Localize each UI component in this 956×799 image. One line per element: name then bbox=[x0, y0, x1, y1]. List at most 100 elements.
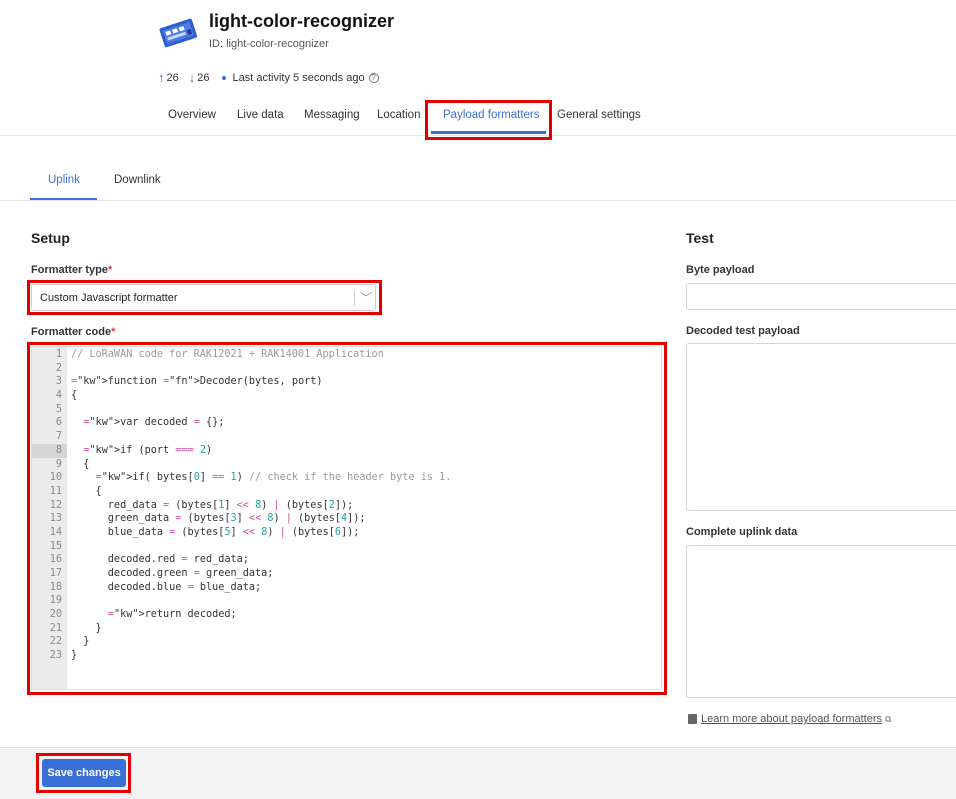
code-text: } bbox=[71, 622, 102, 634]
active-tab-indicator bbox=[431, 131, 546, 134]
code-line: 11 { bbox=[32, 485, 661, 499]
device-stats: ↑ 26 ↓ 26 Last activity 5 seconds ago ? bbox=[158, 70, 379, 85]
code-line: 3 ="kw">function ="fn">Decoder(bytes, por… bbox=[32, 375, 661, 389]
tab-general-settings[interactable]: General settings bbox=[557, 109, 641, 121]
code-line: 16 decoded.red = red_data; bbox=[32, 553, 661, 567]
required-mark: * bbox=[108, 264, 113, 276]
line-number: 22 bbox=[49, 636, 62, 648]
subtab-uplink[interactable]: Uplink bbox=[48, 174, 80, 186]
activity-dot-icon bbox=[221, 75, 226, 80]
code-line: 7 bbox=[32, 430, 661, 444]
line-number: 13 bbox=[49, 513, 62, 525]
line-number: 2 bbox=[55, 362, 62, 374]
book-icon bbox=[688, 714, 697, 724]
learn-more-row: Learn more about payload formatters ⧉ bbox=[688, 713, 891, 725]
formatter-type-value: Custom Javascript formatter bbox=[40, 292, 178, 304]
code-line: 22 } bbox=[32, 635, 661, 649]
line-number: 1 bbox=[55, 349, 62, 360]
lorawan-device-icon bbox=[159, 18, 198, 48]
formatter-code-label-text: Formatter code bbox=[31, 326, 112, 338]
line-number: 23 bbox=[49, 650, 62, 662]
code-line: 6 ="kw">var decoded = {}; bbox=[32, 416, 661, 430]
code-line: 23} bbox=[32, 649, 661, 663]
code-line: 12 red_data = (bytes[1] << 8) | (bytes[2… bbox=[32, 499, 661, 513]
line-number: 20 bbox=[49, 609, 62, 621]
complete-uplink-label: Complete uplink data bbox=[686, 526, 798, 538]
line-number: 21 bbox=[49, 622, 62, 634]
tab-live-data[interactable]: Live data bbox=[237, 109, 284, 121]
line-number: 3 bbox=[55, 376, 62, 388]
setup-title: Setup bbox=[31, 230, 70, 246]
code-line: 17 decoded.green = green_data; bbox=[32, 567, 661, 581]
line-number: 12 bbox=[49, 499, 62, 511]
help-icon[interactable]: ? bbox=[368, 72, 379, 83]
main-tabs: Overview Live data Messaging Location Pa… bbox=[0, 100, 956, 136]
code-line: 4{ bbox=[32, 389, 661, 403]
tab-overview[interactable]: Overview bbox=[168, 109, 216, 121]
code-text: } bbox=[71, 650, 78, 662]
tab-payload-formatters[interactable]: Payload formatters bbox=[443, 109, 540, 121]
decoded-payload-output[interactable] bbox=[686, 343, 956, 511]
line-number: 6 bbox=[55, 417, 62, 429]
byte-payload-input[interactable] bbox=[686, 283, 956, 310]
code-line: 15 bbox=[32, 540, 661, 554]
test-title: Test bbox=[686, 230, 714, 246]
learn-more-link[interactable]: Learn more about payload formatters bbox=[701, 713, 882, 725]
line-number: 11 bbox=[49, 485, 62, 497]
line-number: 10 bbox=[49, 472, 62, 484]
code-text: green_data = (bytes[3] << 8) | (bytes[4]… bbox=[71, 513, 366, 525]
code-text: red_data = (bytes[1] << 8) | (bytes[2]); bbox=[71, 499, 354, 511]
formatter-code-label: Formatter code* bbox=[31, 326, 115, 338]
code-text: { bbox=[71, 390, 78, 402]
code-line: 20 ="kw">return decoded; bbox=[32, 608, 661, 622]
formatter-type-label: Formatter type* bbox=[31, 264, 112, 276]
code-text: ="kw">function ="fn">Decoder(bytes, port… bbox=[71, 376, 323, 388]
code-text: ="kw">if (port === 2) bbox=[83, 444, 213, 456]
code-text: ="kw">if( bytes[0] == 1) // check if the… bbox=[95, 472, 452, 484]
line-number: 4 bbox=[55, 390, 62, 402]
code-line: 5 bbox=[32, 403, 661, 417]
chevron-down-icon: ﹀ bbox=[360, 291, 373, 305]
code-text: decoded.red = red_data; bbox=[71, 554, 249, 566]
line-number: 7 bbox=[55, 431, 62, 443]
required-mark: * bbox=[111, 326, 116, 338]
line-number: 16 bbox=[49, 554, 62, 566]
complete-uplink-output[interactable] bbox=[686, 545, 956, 698]
code-line: 19 bbox=[32, 594, 661, 608]
uplink-arrow-icon: ↑ bbox=[158, 70, 165, 85]
uplink-count: 26 bbox=[166, 71, 179, 84]
formatter-type-select[interactable]: Custom Javascript formatter ﹀ bbox=[31, 284, 376, 311]
code-line: 14 blue_data = (bytes[5] << 8) | (bytes[… bbox=[32, 526, 661, 540]
device-title: light-color-recognizer bbox=[209, 11, 395, 31]
line-number: 14 bbox=[49, 526, 62, 538]
external-link-icon: ⧉ bbox=[885, 713, 892, 724]
code-text: } bbox=[71, 636, 90, 648]
code-text: blue_data = (bytes[5] << 8) | (bytes[6])… bbox=[71, 526, 360, 538]
code-text: ="kw">var decoded = {}; bbox=[83, 417, 225, 429]
code-text: // LoRaWAN code for RAK12021 + RAK14001 … bbox=[71, 349, 384, 360]
code-line: 1 // LoRaWAN code for RAK12021 + RAK14001… bbox=[32, 348, 661, 362]
formatter-code-editor[interactable]: 1 // LoRaWAN code for RAK12021 + RAK14001… bbox=[31, 346, 662, 690]
subtab-downlink[interactable]: Downlink bbox=[114, 174, 161, 186]
code-line: 18 decoded.blue = blue_data; bbox=[32, 581, 661, 595]
code-text: ="kw">return decoded; bbox=[107, 609, 237, 621]
byte-payload-label: Byte payload bbox=[686, 264, 755, 276]
select-separator bbox=[354, 290, 355, 306]
formatter-type-label-text: Formatter type bbox=[31, 264, 109, 276]
code-text: { bbox=[71, 458, 90, 470]
tab-location[interactable]: Location bbox=[377, 109, 420, 121]
code-line: 2 bbox=[32, 362, 661, 376]
downlink-arrow-icon: ↓ bbox=[188, 70, 196, 85]
line-number: 18 bbox=[49, 581, 62, 593]
code-line: 8 ="kw">if (port === 2) bbox=[32, 443, 661, 458]
sub-tabs: Uplink Downlink bbox=[0, 165, 956, 201]
tab-messaging[interactable]: Messaging bbox=[304, 109, 360, 121]
decoded-payload-label: Decoded test payload bbox=[686, 325, 800, 337]
save-changes-button[interactable]: Save changes bbox=[42, 759, 126, 787]
code-line: 13 green_data = (bytes[3] << 8) | (bytes… bbox=[32, 512, 661, 526]
device-id: ID: light-color-recognizer bbox=[209, 38, 329, 50]
active-subtab-indicator bbox=[30, 198, 97, 200]
downlink-count: 26 bbox=[197, 71, 210, 84]
last-activity: Last activity 5 seconds ago bbox=[232, 71, 365, 84]
line-number: 9 bbox=[55, 458, 62, 470]
